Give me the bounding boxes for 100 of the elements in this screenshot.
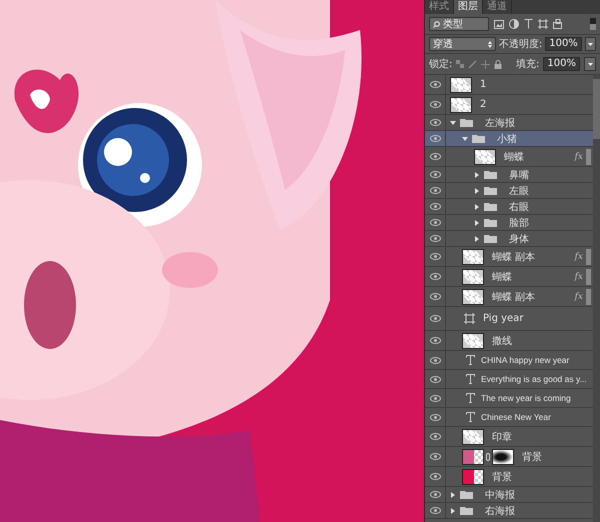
fill-dropdown-button[interactable]: [584, 57, 596, 71]
layer-row[interactable]: 背景: [425, 447, 593, 467]
visibility-eye-icon[interactable]: [430, 315, 440, 322]
layer-row[interactable]: 左海报: [425, 115, 593, 131]
image-filter-icon[interactable]: [494, 20, 504, 28]
layer-row[interactable]: 脸部: [425, 215, 593, 231]
collapsed-triangle-icon[interactable]: [450, 492, 456, 498]
visibility-eye-icon[interactable]: [430, 81, 440, 88]
visibility-eye-icon[interactable]: [430, 491, 440, 498]
layer-thumbnail: [462, 428, 484, 444]
folder-icon: [484, 186, 497, 195]
opacity-field[interactable]: 100%: [545, 37, 582, 51]
panel-tab[interactable]: 图层: [454, 0, 483, 14]
visibility-eye-icon[interactable]: [430, 507, 440, 514]
layer-row[interactable]: 左眼: [425, 183, 593, 199]
layer-row[interactable]: 蝴蝶 fx: [425, 267, 593, 287]
lock-icon[interactable]: [494, 60, 502, 68]
expanded-triangle-icon[interactable]: [462, 136, 468, 142]
visibility-eye-icon[interactable]: [430, 376, 440, 382]
filter-kind-dropdown[interactable]: 类型: [429, 17, 489, 31]
opacity-dropdown-button[interactable]: [584, 37, 596, 51]
layer-name: 蝴蝶 副本: [492, 250, 536, 264]
effects-toggle[interactable]: [586, 148, 591, 164]
layer-name: 右眼: [509, 200, 530, 214]
layer-row[interactable]: Chinese New Year: [425, 408, 593, 427]
layer-row[interactable]: 2: [425, 95, 593, 115]
layer-row[interactable]: The new year is coming: [425, 389, 593, 408]
collapsed-triangle-icon[interactable]: [474, 188, 480, 194]
layer-row[interactable]: 印章: [425, 427, 593, 447]
layer-name: 脸部: [509, 216, 530, 230]
smart-object-filter-icon[interactable]: [553, 19, 562, 29]
visibility-eye-icon[interactable]: [430, 293, 440, 300]
visibility-eye-icon[interactable]: [430, 337, 440, 344]
visibility-eye-icon[interactable]: [430, 356, 440, 364]
collapsed-triangle-icon[interactable]: [474, 236, 480, 242]
layer-row[interactable]: 蝴蝶 fx: [425, 147, 593, 167]
layer-row[interactable]: Pig year: [425, 307, 593, 331]
effects-toggle[interactable]: [586, 248, 591, 264]
brush-icon[interactable]: [468, 60, 478, 68]
layer-thumbnail: [450, 76, 472, 92]
visibility-eye-icon[interactable]: [430, 203, 440, 210]
visibility-eye-icon[interactable]: [430, 153, 440, 160]
layer-name: 撒线: [492, 334, 513, 348]
effects-toggle[interactable]: [586, 288, 591, 304]
layer-name: 中海报: [485, 488, 516, 502]
layer-name: 小猪: [497, 132, 518, 146]
layer-row[interactable]: 蝴蝶 副本 fx: [425, 247, 593, 267]
layer-name: 鼻嘴: [509, 168, 530, 182]
filter-toggle-icon[interactable]: [590, 18, 596, 30]
move-icon[interactable]: [481, 60, 490, 68]
layer-row[interactable]: 中海报: [425, 487, 593, 503]
visibility-eye-icon[interactable]: [430, 414, 440, 420]
collapsed-triangle-icon[interactable]: [474, 220, 480, 226]
collapsed-triangle-icon[interactable]: [450, 508, 456, 514]
visibility-eye-icon[interactable]: [430, 394, 440, 402]
visibility-eye-icon[interactable]: [430, 253, 440, 260]
blend-mode-dropdown[interactable]: 穿透: [429, 37, 496, 51]
text-layer-icon: [466, 412, 475, 422]
layer-row[interactable]: Everything is as good as y...: [425, 370, 593, 389]
layer-row[interactable]: 蝴蝶 副本 fx: [425, 287, 593, 307]
visibility-eye-icon[interactable]: [430, 219, 440, 226]
layer-row[interactable]: 撒线: [425, 331, 593, 351]
visibility-eye-icon[interactable]: [430, 235, 440, 242]
layer-name: 左眼: [509, 184, 530, 198]
effects-toggle[interactable]: [586, 268, 591, 284]
visibility-eye-icon[interactable]: [430, 273, 440, 280]
layer-row[interactable]: 小猪: [425, 131, 593, 147]
visibility-eye-icon[interactable]: [430, 187, 440, 194]
adjustment-filter-icon[interactable]: [509, 19, 519, 29]
visibility-eye-icon[interactable]: [430, 101, 440, 108]
visibility-eye-icon[interactable]: [430, 433, 440, 440]
text-layer-icon: [466, 355, 475, 365]
layer-row[interactable]: 鼻嘴: [425, 167, 593, 183]
layer-row[interactable]: 右眼: [425, 199, 593, 215]
lock-transparency-icon[interactable]: [456, 60, 464, 68]
layer-row[interactable]: 1: [425, 75, 593, 95]
layer-row[interactable]: 背景: [425, 467, 593, 487]
effects-label: fx: [574, 152, 583, 162]
visibility-eye-icon[interactable]: [430, 171, 440, 178]
layer-row[interactable]: CHINA happy new year: [425, 351, 593, 370]
layer-name: 背景: [492, 470, 513, 484]
visibility-eye-icon[interactable]: [430, 135, 440, 142]
expanded-triangle-icon[interactable]: [450, 120, 456, 126]
layer-name: 2: [480, 99, 488, 110]
panel-tab[interactable]: 通道: [483, 0, 512, 14]
visibility-eye-icon[interactable]: [430, 119, 440, 126]
visibility-eye-icon[interactable]: [430, 453, 440, 460]
search-icon: [433, 20, 440, 28]
fill-field[interactable]: 100%: [543, 57, 580, 71]
layer-row[interactable]: 右海报: [425, 503, 593, 519]
layer-name: 印章: [492, 430, 513, 444]
folder-icon: [472, 134, 485, 143]
text-filter-icon[interactable]: [524, 19, 533, 29]
layer-row[interactable]: 身体: [425, 231, 593, 247]
layer-name: 右海报: [485, 504, 516, 518]
shape-filter-icon[interactable]: [538, 19, 548, 29]
collapsed-triangle-icon[interactable]: [474, 172, 480, 178]
layer-name: Pig year: [483, 313, 524, 324]
visibility-eye-icon[interactable]: [430, 473, 440, 480]
collapsed-triangle-icon[interactable]: [474, 204, 480, 210]
